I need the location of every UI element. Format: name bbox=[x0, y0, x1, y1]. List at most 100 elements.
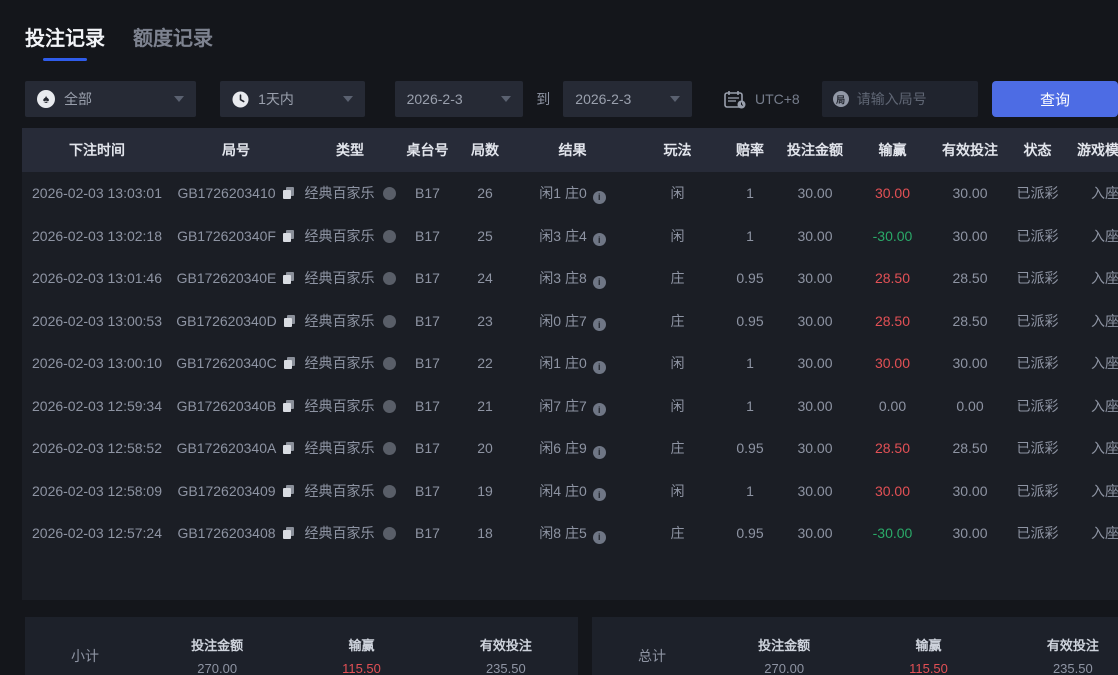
cell-play-type: 庄 bbox=[670, 270, 685, 287]
info-icon[interactable]: i bbox=[592, 190, 606, 204]
cell-odds: 1 bbox=[746, 482, 754, 499]
result-text: 闲3 庄4 bbox=[539, 227, 587, 244]
game-logo-icon bbox=[382, 484, 396, 498]
cell-status: 已派彩 bbox=[1016, 185, 1059, 202]
calendar-clock-icon bbox=[724, 90, 746, 108]
cell-bet-time: 2026-02-03 13:03:01 bbox=[32, 185, 162, 202]
cell-game-mode: 入座 bbox=[1091, 482, 1118, 499]
copy-icon[interactable] bbox=[282, 484, 295, 498]
round-number-placeholder: 请输入局号 bbox=[856, 91, 927, 107]
subtotal-label: 小计 bbox=[71, 648, 99, 664]
round-no-text: GB172620340B bbox=[176, 397, 277, 414]
cell-valid-bet: 30.00 bbox=[952, 227, 988, 244]
copy-icon[interactable] bbox=[283, 357, 296, 370]
cell-game-type: 经典百家乐 bbox=[300, 512, 400, 555]
table-row: 2026-02-03 13:03:01 GB1726203410 经典百家乐 B… bbox=[22, 172, 1118, 215]
round-no-text: GB1726203410 bbox=[177, 185, 276, 202]
col-header-odds: 赔率 bbox=[736, 142, 764, 158]
date-to-select[interactable]: 2026-2-3 bbox=[563, 81, 692, 117]
cell-table-no: B17 bbox=[415, 482, 440, 499]
game-logo-icon bbox=[382, 527, 396, 541]
info-icon[interactable]: i bbox=[592, 530, 606, 544]
cell-round-no: GB1726203408 bbox=[172, 512, 300, 555]
result-text: 闲1 庄0 bbox=[539, 185, 587, 201]
cell-game-type: 经典百家乐 bbox=[300, 342, 400, 385]
copy-icon[interactable] bbox=[283, 314, 296, 328]
time-range-value: 1天内 bbox=[258, 91, 294, 107]
cell-result: 闲7 庄7 i bbox=[515, 385, 630, 428]
info-icon[interactable]: i bbox=[592, 360, 606, 374]
cell-round-no: GB1726203409 bbox=[172, 470, 300, 513]
cell-play-type: 闲 bbox=[670, 227, 685, 244]
cell-bet-time: 2026-02-03 13:01:46 bbox=[32, 270, 162, 287]
round-no-text: GB1726203409 bbox=[177, 482, 276, 499]
tab-betting-records[interactable]: 投注记录 bbox=[25, 22, 105, 61]
cell-status: 已派彩 bbox=[1016, 525, 1059, 542]
game-type-text: 经典百家乐 bbox=[304, 525, 375, 542]
time-range-select[interactable]: 1天内 bbox=[220, 81, 365, 117]
info-icon[interactable]: i bbox=[592, 403, 606, 416]
cell-odds: 0.95 bbox=[736, 312, 764, 329]
cell-play-type: 闲 bbox=[670, 185, 685, 202]
round-number-input[interactable]: 局 请输入局号 bbox=[821, 81, 978, 117]
cell-round-count: 25 bbox=[477, 227, 493, 244]
col-header-result: 结果 bbox=[558, 142, 587, 158]
info-icon[interactable]: i bbox=[592, 445, 606, 459]
cell-valid-bet: 28.50 bbox=[952, 440, 988, 457]
cell-bet-time: 2026-02-03 13:00:53 bbox=[32, 312, 162, 329]
col-header-win-loss: 输赢 bbox=[878, 142, 907, 158]
col-header-bet-amount: 投注金额 bbox=[787, 142, 843, 158]
cell-odds: 1 bbox=[746, 227, 754, 244]
cell-round-count: 22 bbox=[477, 355, 493, 372]
cell-bet-time: 2026-02-03 12:59:34 bbox=[32, 397, 162, 414]
cell-game-type: 经典百家乐 bbox=[300, 172, 400, 215]
cell-result: 闲6 庄9 i bbox=[515, 427, 630, 470]
table-row: 2026-02-03 12:58:09 GB1726203409 经典百家乐 B… bbox=[22, 470, 1118, 513]
filter-bar: ♠ 全部 1天内 2026-2-3 到 2026-2-3 UTC+8 局 请输入… bbox=[25, 81, 1118, 117]
copy-icon[interactable] bbox=[283, 399, 295, 413]
tab-quota-records[interactable]: 额度记录 bbox=[133, 22, 213, 51]
active-tab-underline bbox=[43, 58, 87, 61]
copy-icon[interactable] bbox=[282, 527, 295, 540]
game-type-text: 经典百家乐 bbox=[304, 355, 375, 372]
cell-play-type: 庄 bbox=[670, 440, 685, 457]
cell-result: 闲1 庄0 i bbox=[515, 342, 630, 385]
cell-round-count: 19 bbox=[477, 482, 493, 499]
cell-bet-amount: 30.00 bbox=[797, 227, 833, 244]
copy-icon[interactable] bbox=[283, 442, 295, 455]
cell-table-no: B17 bbox=[415, 525, 440, 542]
col-header-round-count: 局数 bbox=[471, 142, 499, 158]
info-icon[interactable]: i bbox=[592, 488, 606, 501]
cell-bet-amount: 30.00 bbox=[797, 270, 833, 287]
cell-round-count: 21 bbox=[477, 397, 493, 414]
cell-bet-time: 2026-02-03 13:02:18 bbox=[32, 227, 162, 244]
round-no-text: GB172620340A bbox=[176, 440, 277, 457]
cell-round-no: GB172620340C bbox=[172, 342, 300, 385]
table-row: 2026-02-03 12:58:52 GB172620340A 经典百家乐 B… bbox=[22, 427, 1118, 470]
game-type-select[interactable]: ♠ 全部 bbox=[25, 81, 197, 117]
info-icon[interactable]: i bbox=[592, 233, 606, 246]
query-button[interactable]: 查询 bbox=[991, 81, 1118, 117]
info-icon[interactable]: i bbox=[592, 318, 606, 331]
result-text: 闲7 庄7 bbox=[539, 397, 587, 414]
cell-result: 闲0 庄7 i bbox=[515, 300, 630, 343]
cell-valid-bet: 28.50 bbox=[952, 270, 988, 287]
info-icon[interactable]: i bbox=[592, 275, 606, 289]
table-row: 2026-02-03 13:01:46 GB172620340E 经典百家乐 B… bbox=[22, 257, 1118, 300]
copy-icon[interactable] bbox=[282, 187, 295, 200]
cell-result: 闲1 庄0 i bbox=[515, 172, 630, 215]
tab-bar: 投注记录 额度记录 bbox=[0, 0, 1118, 61]
chevron-down-icon bbox=[501, 96, 512, 102]
date-from-select[interactable]: 2026-2-3 bbox=[394, 81, 524, 117]
cell-status: 已派彩 bbox=[1016, 482, 1059, 499]
cell-bet-amount: 30.00 bbox=[797, 312, 833, 329]
cell-odds: 0.95 bbox=[736, 525, 764, 542]
copy-icon[interactable] bbox=[283, 272, 295, 285]
copy-icon[interactable] bbox=[282, 229, 295, 243]
cell-odds: 1 bbox=[746, 185, 754, 202]
tab-betting-records-label: 投注记录 bbox=[25, 28, 105, 50]
cell-table-no: B17 bbox=[415, 355, 440, 372]
cell-odds: 0.95 bbox=[736, 270, 764, 287]
cell-play-type: 闲 bbox=[670, 482, 685, 499]
cell-game-mode: 入座 bbox=[1091, 312, 1118, 329]
